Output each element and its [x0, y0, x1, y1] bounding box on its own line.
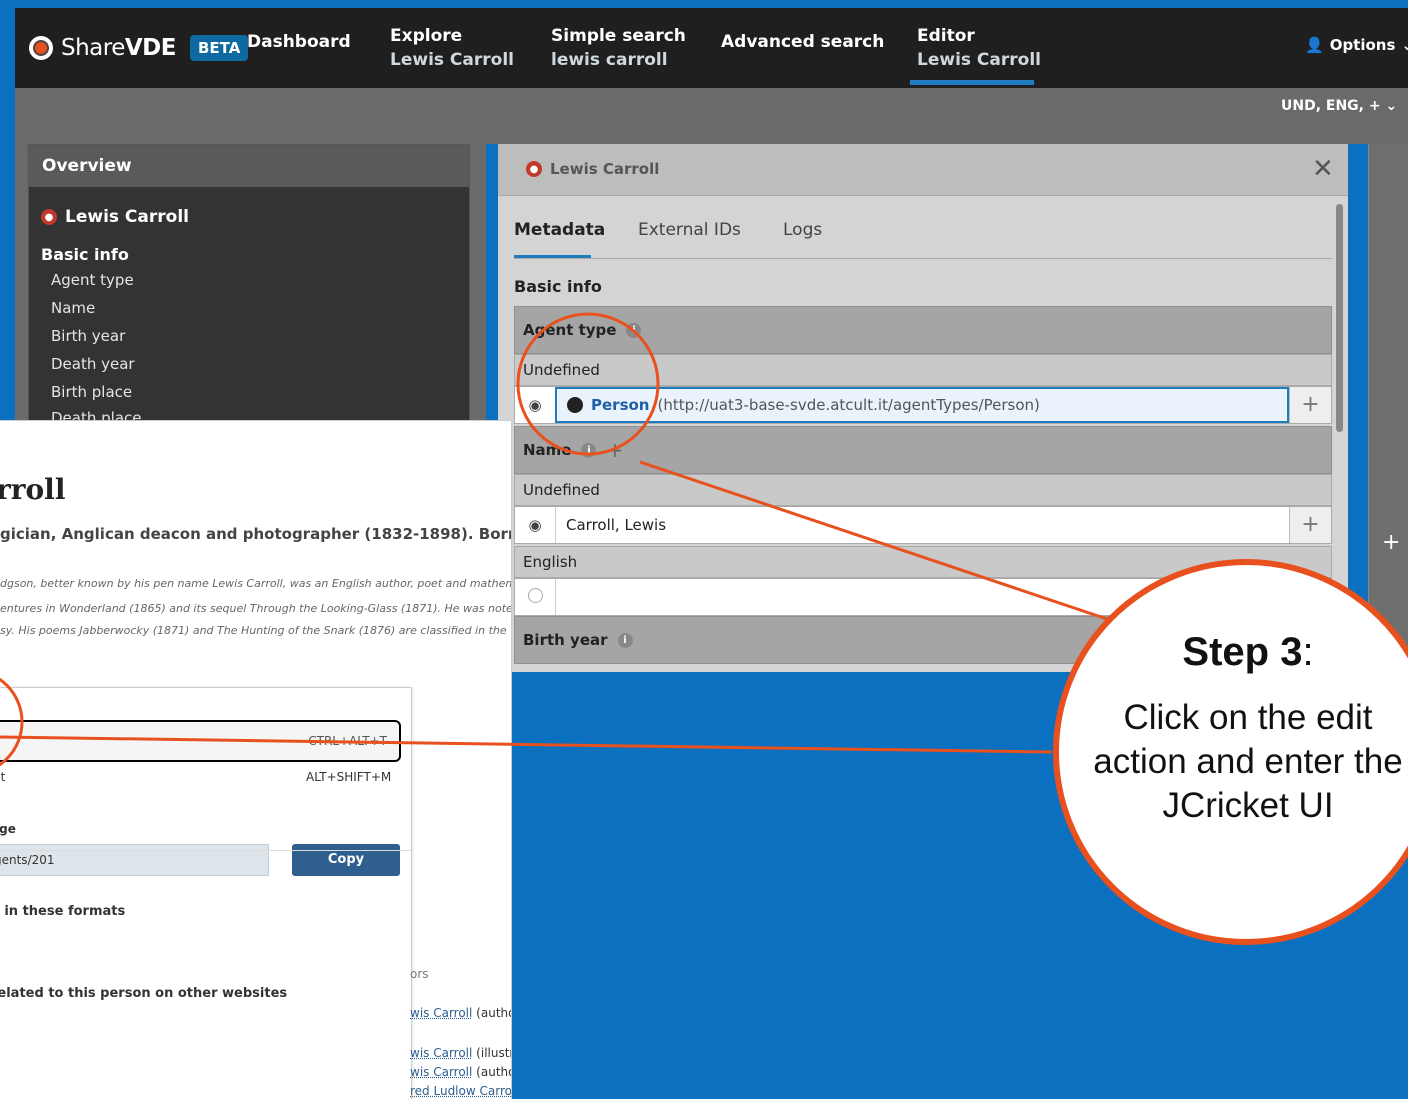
- entity-page-screenshot: rroll gician, Anglican deacon and photog…: [0, 420, 512, 1099]
- overview-header: Overview: [29, 145, 469, 187]
- edit-shortcut: CTRL+ALT+T: [308, 734, 387, 748]
- entity-page-description: gician, Anglican deacon and photographer…: [0, 525, 511, 543]
- language-selector[interactable]: UND, ENG, + ⌄: [1281, 98, 1397, 114]
- action-item-shortcut: ALT+SHIFT+M: [306, 770, 392, 784]
- close-icon[interactable]: ✕: [1312, 154, 1334, 184]
- eye-icon[interactable]: ◉: [515, 516, 555, 534]
- overview-entity-title[interactable]: ● Lewis Carroll: [41, 207, 189, 227]
- radio-icon[interactable]: [515, 587, 555, 607]
- add-value-button[interactable]: +: [1289, 507, 1331, 543]
- side-link[interactable]: wis Carroll (illustr: [410, 1046, 511, 1060]
- tab-logs[interactable]: Logs: [783, 220, 822, 240]
- popup-divider: [0, 850, 413, 851]
- eye-icon[interactable]: ◉: [515, 396, 555, 414]
- side-link[interactable]: red Ludlow Carro: [410, 1084, 511, 1098]
- copy-button[interactable]: Copy: [292, 844, 400, 876]
- add-language-icon[interactable]: +: [606, 438, 623, 462]
- abstract-line: sy. His poems Jabberwocky (1871) and The…: [0, 624, 507, 637]
- page-url-field[interactable]: gents/201: [0, 844, 269, 876]
- nav-advanced-search[interactable]: Advanced search: [721, 30, 884, 54]
- agent-type-value-row[interactable]: ◉ Person (http://uat3-base-svde.atcult.i…: [514, 386, 1332, 424]
- name-value-row-undefined[interactable]: ◉ Carroll, Lewis +: [514, 506, 1332, 544]
- name-value-input[interactable]: Carroll, Lewis: [555, 507, 1289, 543]
- nav-dashboard[interactable]: Dashboard: [247, 30, 351, 54]
- tab-external-ids[interactable]: External IDs: [638, 220, 741, 240]
- add-panel-icon[interactable]: +: [1382, 530, 1400, 555]
- tab-divider: [514, 258, 1332, 259]
- lang-label-undefined: Undefined: [514, 474, 1332, 506]
- overview-item-birth-year[interactable]: Birth year: [51, 327, 125, 345]
- field-name-header: Name i +: [514, 426, 1332, 474]
- editor-header: ● Lewis Carroll ✕: [498, 144, 1348, 196]
- options-menu[interactable]: 👤 Options ⌄: [1305, 36, 1408, 54]
- logo-dot-icon: [29, 36, 53, 60]
- section-title-basic-info: Basic info: [514, 277, 602, 296]
- step-instruction: Click on the edit action and enter the J…: [1093, 698, 1403, 825]
- lang-label-undefined: Undefined: [514, 354, 1332, 386]
- overview-panel: Overview ● Lewis Carroll Basic info Agen…: [28, 144, 470, 434]
- sharevde-logo[interactable]: ShareVDE BETA: [29, 28, 249, 68]
- field-agent-type-header: Agent type i: [514, 306, 1332, 354]
- logo-text: ShareVDE: [61, 35, 176, 61]
- info-icon[interactable]: i: [617, 632, 633, 648]
- chevron-down-icon: ⌄: [1385, 98, 1398, 114]
- active-tab-indicator: [910, 80, 1034, 85]
- user-icon: 👤: [1305, 36, 1324, 54]
- scrollbar[interactable]: [1336, 204, 1343, 432]
- overview-item-death-year[interactable]: Death year: [51, 355, 135, 373]
- info-icon[interactable]: i: [581, 442, 597, 458]
- nav-editor[interactable]: Editor Lewis Carroll: [917, 24, 1041, 72]
- person-icon: ●: [41, 209, 57, 225]
- overview-item-birth-place[interactable]: Birth place: [51, 383, 132, 401]
- formats-label: e in these formats: [0, 904, 126, 919]
- tab-metadata[interactable]: Metadata: [514, 220, 605, 240]
- action-item-label[interactable]: ist: [0, 770, 5, 784]
- value-dot-icon: [567, 397, 583, 413]
- top-navigation-bar: ShareVDE BETA Dashboard Explore Lewis Car…: [15, 8, 1408, 88]
- step-callout: Step 3: Click on the edit action and ent…: [1050, 568, 1408, 938]
- agent-type-value[interactable]: Person (http://uat3-base-svde.atcult.it/…: [555, 387, 1289, 423]
- person-icon: ●: [526, 161, 542, 177]
- add-value-button[interactable]: +: [1289, 387, 1331, 423]
- beta-badge: BETA: [189, 35, 249, 61]
- nav-explore[interactable]: Explore Lewis Carroll: [390, 24, 514, 72]
- side-link[interactable]: wis Carroll (autho: [410, 1065, 511, 1079]
- overview-item-name[interactable]: Name: [51, 299, 95, 317]
- side-link-text: ors: [410, 967, 429, 981]
- abstract-line: dgson, better known by his pen name Lewi…: [0, 577, 512, 590]
- step-title: Step 3:: [1182, 630, 1314, 674]
- info-icon[interactable]: i: [626, 322, 642, 338]
- edit-action-item[interactable]: CTRL+ALT+T: [0, 720, 401, 762]
- editor-title: ● Lewis Carroll: [526, 160, 659, 178]
- overview-item-agent-type[interactable]: Agent type: [51, 271, 134, 289]
- abstract-line: entures in Wonderland (1865) and its seq…: [0, 602, 512, 615]
- actions-popup: CTRL+ALT+T ist ALT+SHIFT+M age gents/201…: [0, 687, 413, 1099]
- overview-section-basic-info[interactable]: Basic info: [41, 245, 129, 264]
- related-websites-label: related to this person on other websites: [0, 986, 288, 1001]
- page-url-label: age: [0, 822, 16, 836]
- chevron-down-icon: ⌄: [1401, 36, 1408, 54]
- nav-simple-search[interactable]: Simple search lewis carroll: [551, 24, 686, 72]
- entity-page-title: rroll: [0, 473, 66, 506]
- side-link[interactable]: wis Carroll (autho: [410, 1006, 511, 1020]
